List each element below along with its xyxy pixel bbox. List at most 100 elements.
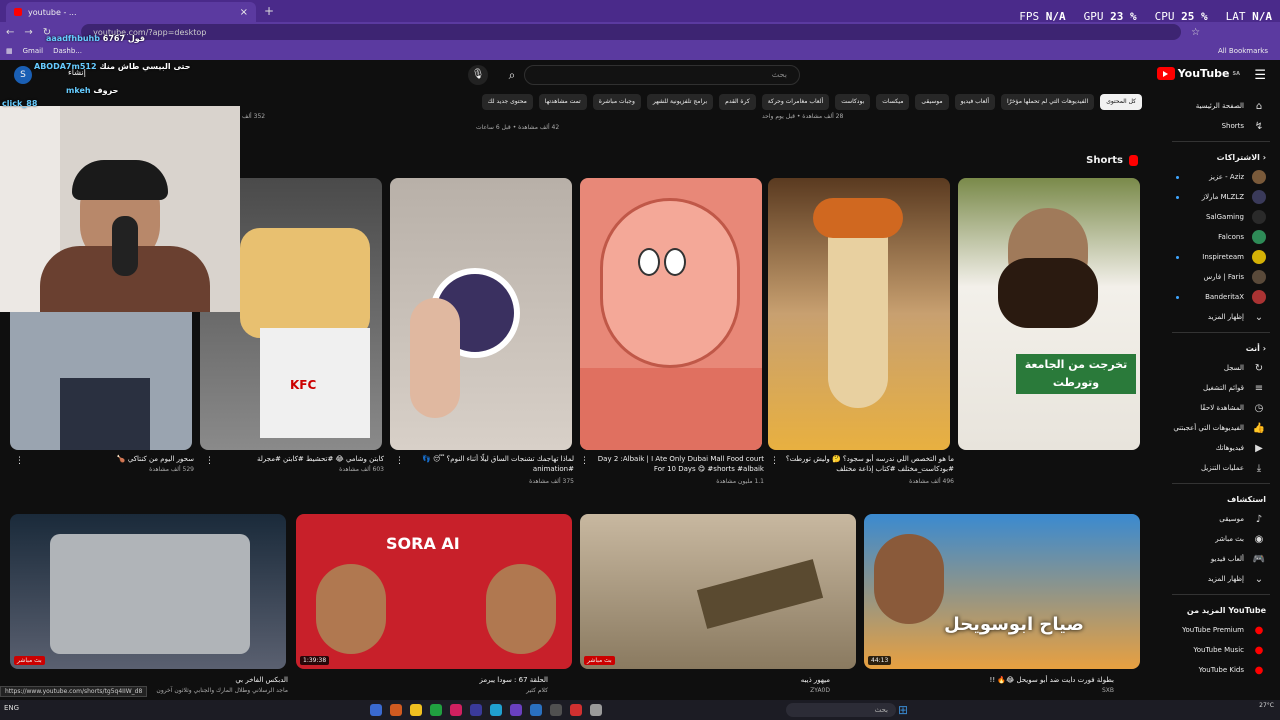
search-icon[interactable]: ⌕	[500, 65, 524, 85]
video-title[interactable]: بطولة فورت دايت ضد أبو سويحل 😂🔥 !!	[884, 676, 1114, 684]
short-thumbnail[interactable]: تخرجت من الجامعة وتورطت	[958, 178, 1140, 450]
sidebar-item-premium[interactable]: YouTube Premium ●	[1162, 620, 1280, 640]
search-input[interactable]: بحث	[524, 65, 800, 85]
sidebar-item-kids[interactable]: YouTube Kids ●	[1162, 660, 1280, 680]
new-tab-button[interactable]: +	[264, 4, 274, 18]
chip[interactable]: موسيقى	[915, 94, 949, 110]
chip[interactable]: ألعاب مغامرات وحركة	[761, 94, 830, 110]
new-dot	[1176, 195, 1179, 199]
star-icon[interactable]: ☆	[1191, 27, 1200, 38]
chat-message: click_88	[2, 99, 37, 108]
sidebar-item-channel[interactable]: Falcons	[1162, 227, 1280, 247]
sidebar-show-more[interactable]: إظهار المزيد ⌄	[1162, 307, 1280, 327]
more-icon[interactable]: ⋮	[580, 456, 589, 466]
mic-icon[interactable]: 🎙	[468, 65, 488, 85]
app-icon[interactable]	[550, 704, 562, 716]
more-icon[interactable]: ⋮	[205, 456, 214, 466]
chip[interactable]: بودكاست	[835, 94, 871, 110]
channel-avatar	[1252, 290, 1266, 304]
video-thumbnail[interactable]: بث مباشر	[580, 514, 856, 669]
short-thumbnail[interactable]	[580, 178, 762, 450]
chip[interactable]: الفيديوهات التي لم تحملها مؤخرًا	[1000, 94, 1095, 110]
sidebar-item-channel[interactable]: فارس | Faris	[1162, 267, 1280, 287]
video-title[interactable]: الحلقة 67 : سودا يبرمز	[318, 676, 548, 684]
sidebar-item-channel[interactable]: Inspireteam	[1162, 247, 1280, 267]
region-code: SA	[1232, 70, 1240, 77]
lang-indicator[interactable]: ENG	[4, 704, 19, 712]
sidebar-item-playlists[interactable]: قوائم التشغيل ≡	[1162, 378, 1280, 398]
app-icon[interactable]	[490, 704, 502, 716]
bookmark-gmail[interactable]: Gmail	[23, 47, 43, 55]
chip[interactable]: تمت مشاهدتها	[538, 94, 587, 110]
video-channel[interactable]: ZYA0D	[600, 687, 830, 694]
apps-icon[interactable]: ▦	[6, 47, 13, 55]
sidebar-item-channel[interactable]: SalGaming	[1162, 207, 1280, 227]
short-title[interactable]: لماذا تهاجمك تشنجات الساق ليلًا أثناء ال…	[404, 454, 574, 474]
app-icon[interactable]	[390, 704, 402, 716]
chip[interactable]: محتوى جديد لك	[481, 94, 533, 110]
app-icon[interactable]	[470, 704, 482, 716]
sidebar-item-your-videos[interactable]: فيديوهاتك ▶	[1162, 438, 1280, 458]
sidebar-item-downloads[interactable]: عمليات التنزيل ⤓	[1162, 458, 1280, 478]
short-title[interactable]: Day 2 :Albaik | I Ate Only Dubai Mall Fo…	[594, 454, 764, 474]
sidebar-item-music-app[interactable]: YouTube Music ●	[1162, 640, 1280, 660]
all-bookmarks[interactable]: All Bookmarks	[1218, 47, 1268, 55]
app-icon[interactable]	[510, 704, 522, 716]
back-icon[interactable]: ←	[6, 27, 14, 38]
app-icon[interactable]	[430, 704, 442, 716]
video-title[interactable]: ميهور ذيبه	[600, 676, 830, 684]
chip[interactable]: كرة القدم	[719, 94, 756, 110]
more-icon[interactable]: ⋮	[770, 456, 779, 466]
close-icon[interactable]: ×	[240, 7, 248, 18]
avatar[interactable]: S	[14, 66, 32, 84]
more-icon[interactable]: ⋮	[15, 456, 24, 466]
subscriptions-heading[interactable]: الاشتراكات ›	[1162, 147, 1280, 167]
video-channel[interactable]: SXB	[884, 687, 1114, 694]
video-channel[interactable]: كلام كثير	[318, 687, 548, 694]
video-title[interactable]: الدبكس الفاخر بي	[58, 676, 288, 684]
short-title[interactable]: كابتن وشامي 😂 #تحشيط #كابتن #مجرلة	[214, 454, 384, 464]
sidebar-item-home[interactable]: الصفحة الرئيسية ⌂	[1162, 96, 1280, 116]
sidebar-item-channel[interactable]: عزيز - Aziz	[1162, 167, 1280, 187]
chip[interactable]: وجبات مباشرة	[592, 94, 641, 110]
app-icon[interactable]	[570, 704, 582, 716]
video-thumbnail[interactable]: SORA AI 1:39:38	[296, 514, 572, 669]
chip[interactable]: كل المحتوى	[1100, 94, 1142, 110]
app-icon[interactable]	[590, 704, 602, 716]
sidebar-item-live[interactable]: بث مباشر ◉	[1162, 529, 1280, 549]
sidebar-item-shorts[interactable]: Shorts ↯	[1162, 116, 1280, 136]
video-thumbnail[interactable]: صياح ابوسويحل 44:13	[864, 514, 1140, 669]
short-thumbnail[interactable]	[390, 178, 572, 450]
sidebar-item-channel[interactable]: مارلاز MLZLZ	[1162, 187, 1280, 207]
chip[interactable]: ميكسات	[876, 94, 910, 110]
short-thumbnail[interactable]	[768, 178, 950, 450]
url-input[interactable]: youtube.com/?app=desktop	[81, 24, 1182, 40]
more-icon[interactable]: ⋮	[395, 456, 404, 466]
taskbar-search[interactable]: بحث	[786, 703, 896, 717]
video-thumbnail[interactable]: بث مباشر	[10, 514, 286, 669]
video-meta: 28 ألف مشاهدة • قبل يوم واحد	[762, 113, 844, 120]
weather-widget[interactable]: 27°C	[1259, 702, 1274, 710]
app-icon[interactable]	[530, 704, 542, 716]
sidebar-item-liked[interactable]: الفيديوهات التي أعجبتني 👍	[1162, 418, 1280, 438]
forward-icon[interactable]: →	[24, 27, 32, 38]
sidebar-item-gaming[interactable]: ألعاب فيديو 🎮	[1162, 549, 1280, 569]
chip[interactable]: ألعاب فيديو	[954, 94, 995, 110]
windows-start-icon[interactable]: ⊞	[898, 703, 908, 717]
sidebar-item-watch-later[interactable]: المشاهدة لاحقًا ◷	[1162, 398, 1280, 418]
short-title[interactable]: ما هو التخصص اللي ندرسه أبو سجود؟ 🤔 وليش…	[784, 454, 954, 474]
short-title[interactable]: سحور اليوم من كنتاكي 🍗	[24, 454, 194, 464]
youtube-logo[interactable]: YouTube SA	[1156, 67, 1240, 80]
you-heading[interactable]: أنت ›	[1162, 338, 1280, 358]
sidebar-item-channel[interactable]: BanderitaX	[1162, 287, 1280, 307]
menu-icon[interactable]: ☰	[1254, 68, 1266, 83]
app-icon[interactable]	[410, 704, 422, 716]
sidebar-item-history[interactable]: السجل ↻	[1162, 358, 1280, 378]
sidebar-item-music[interactable]: موسيقى ♪	[1162, 509, 1280, 529]
browser-tab[interactable]: youtube - ... ×	[6, 2, 256, 22]
app-icon[interactable]	[450, 704, 462, 716]
chip[interactable]: برامج تلفزيونية للشهر	[646, 94, 714, 110]
sidebar-show-more[interactable]: إظهار المزيد ⌄	[1162, 569, 1280, 589]
bookmark-dashboard[interactable]: Dashb...	[53, 47, 82, 55]
app-icon[interactable]	[370, 704, 382, 716]
